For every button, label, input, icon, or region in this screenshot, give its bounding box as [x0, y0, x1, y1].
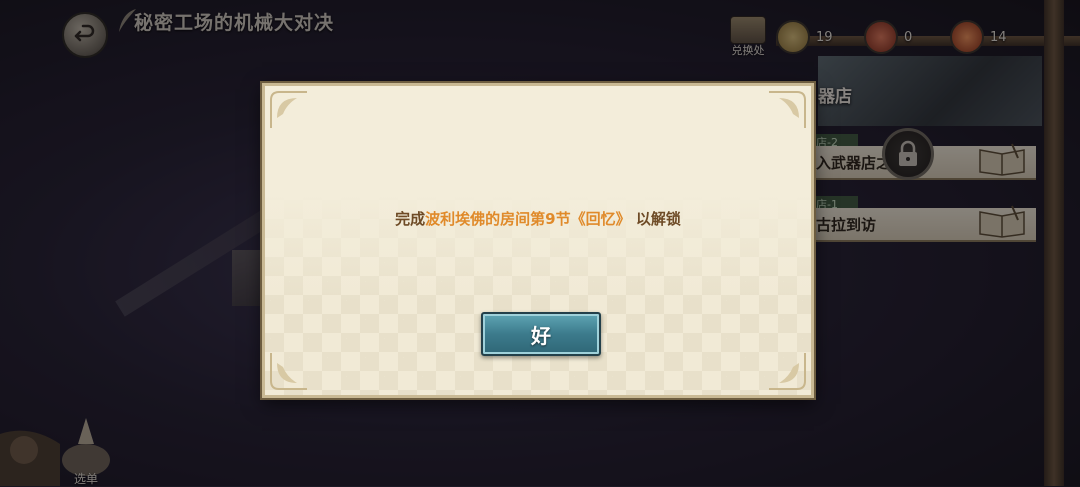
message-prefix: 完成: [395, 210, 426, 228]
corner-ornament-icon: [769, 353, 806, 390]
ok-button[interactable]: 好: [481, 312, 601, 356]
unlock-message: 完成波利埃佛的房间第9节《回忆》 以解锁: [265, 208, 811, 229]
message-highlight: 波利埃佛的房间第9节《回忆》: [425, 210, 631, 228]
corner-ornament-icon: [270, 91, 307, 128]
corner-ornament-icon: [769, 91, 806, 128]
corner-ornament-icon: [270, 353, 307, 390]
unlock-dialog: 完成波利埃佛的房间第9节《回忆》 以解锁 好: [262, 83, 814, 398]
ok-button-label: 好: [531, 323, 551, 348]
message-suffix: 以解锁: [635, 210, 681, 228]
